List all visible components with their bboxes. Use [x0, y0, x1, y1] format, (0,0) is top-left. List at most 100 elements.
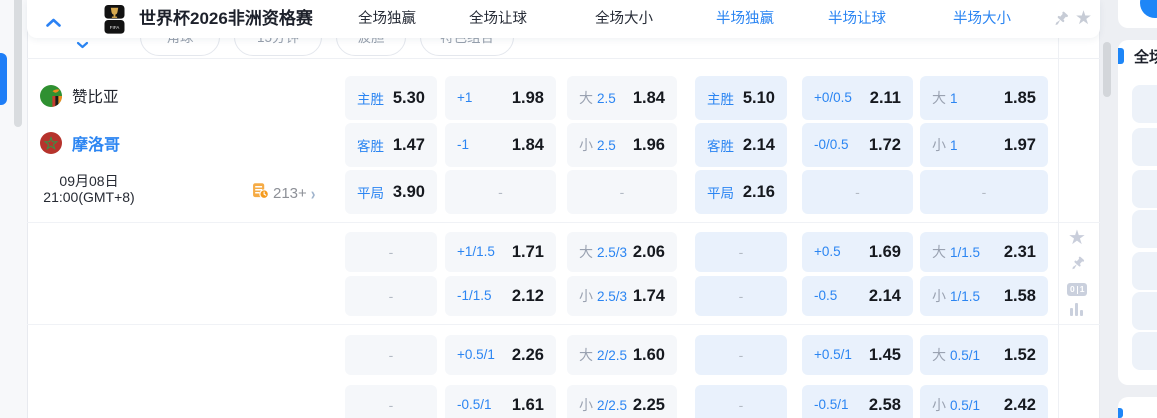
- odds-cell[interactable]: 大2/2.51.60: [567, 335, 677, 375]
- odds-label: 0.5/1: [950, 348, 980, 363]
- stats-bar-chart-icon[interactable]: [1070, 303, 1083, 316]
- group-separator: [27, 222, 1100, 223]
- favorite-star-icon[interactable]: ★: [1075, 5, 1092, 33]
- odds-cell[interactable]: -0.5/12.58: [802, 385, 913, 418]
- odds-cell[interactable]: -0/0.51.72: [802, 123, 913, 167]
- odds-cell[interactable]: -1/1.52.12: [445, 276, 556, 316]
- odds-cell[interactable]: +0.51.69: [802, 232, 913, 272]
- odds-cell[interactable]: +0.5/12.26: [445, 335, 556, 375]
- rail-divider: [1058, 38, 1059, 418]
- odds-value: 1.98: [512, 89, 544, 108]
- odds-cell[interactable]: 主胜 5.10: [695, 76, 787, 120]
- odds-cell[interactable]: 小2/2.52.25: [567, 385, 677, 418]
- odds-cell[interactable]: 大1/1.52.31: [920, 232, 1048, 272]
- column-header-ht-overunder[interactable]: 半场大小: [922, 0, 1042, 38]
- odds-cell[interactable]: +0.5/1 1.45: [802, 335, 913, 375]
- odds-label: +0/0.5: [814, 90, 852, 105]
- row-favorite-star-icon[interactable]: ★: [1068, 228, 1086, 248]
- odds-cell[interactable]: 客胜1.47: [345, 123, 437, 167]
- odds-cell[interactable]: 小1/1.51.58: [920, 276, 1048, 316]
- odds-label: 0.5/1: [950, 398, 980, 413]
- league-header: FIFA 世界杯2026非洲资格赛 全场独赢 全场让球 全场大小 半场独赢 半场…: [27, 0, 1100, 38]
- odds-label: +1: [457, 90, 472, 105]
- odds-cell[interactable]: 小2.5/31.74: [567, 276, 677, 316]
- odds-cell[interactable]: 小11.97: [920, 123, 1048, 167]
- odds-label: 客胜: [707, 139, 734, 154]
- odds-cell[interactable]: 大2.5/32.06: [567, 232, 677, 272]
- odds-cell[interactable]: 平局 2.16: [695, 170, 787, 214]
- odds-cell[interactable]: 平局 3.90: [345, 170, 437, 214]
- overunder-prefix: 小: [932, 288, 946, 304]
- odds-cell[interactable]: +0/0.5 2.11: [802, 76, 913, 120]
- left-active-indicator: [0, 53, 7, 105]
- match-date: 09月08日: [28, 171, 150, 191]
- odds-label: 主胜: [707, 92, 734, 107]
- odds-cell-empty: -: [802, 170, 913, 214]
- column-header-ft-overunder[interactable]: 全场大小: [564, 0, 684, 38]
- odds-label: 客胜: [357, 139, 384, 154]
- odds-value: 1.60: [633, 346, 665, 365]
- morocco-flag-icon: [40, 132, 62, 154]
- column-header-ht-handicap[interactable]: 半场让球: [797, 0, 917, 38]
- odds-label: 2.5: [597, 138, 616, 153]
- odds-cell[interactable]: 大2.51.84: [567, 76, 677, 120]
- odds-cell[interactable]: 大0.5/11.52: [920, 335, 1048, 375]
- odds-cell-empty: -: [445, 170, 556, 214]
- odds-label: -0.5/1: [457, 397, 492, 412]
- column-header-ft-handicap[interactable]: 全场让球: [438, 0, 558, 38]
- collapse-chevron-up-icon[interactable]: [45, 15, 62, 33]
- odds-label: +0.5/1: [457, 347, 495, 362]
- odds-cell[interactable]: -0.5/11.61: [445, 385, 556, 418]
- odds-cell-empty: -: [345, 232, 437, 272]
- odds-label: 2/2.5: [597, 398, 627, 413]
- odds-page: 角球 15分钟 波胆 特色组合 FIFA 世界杯2026非洲资格赛 全场独赢 全…: [0, 0, 1157, 418]
- odds-value: 1.74: [633, 287, 665, 306]
- odds-label: -0.5/1: [814, 397, 849, 412]
- odds-value: 1.84: [512, 136, 544, 155]
- odds-cell[interactable]: 小2.51.96: [567, 123, 677, 167]
- odds-value: 2.11: [870, 89, 901, 108]
- odds-value: 3.90: [393, 183, 425, 202]
- odds-value: 1.69: [869, 243, 901, 262]
- odds-label: 平局: [357, 186, 384, 201]
- odds-label: 2.5: [597, 91, 616, 106]
- overunder-prefix: 小: [932, 397, 946, 413]
- odds-cell[interactable]: +1/1.51.71: [445, 232, 556, 272]
- column-header-ft-1x2[interactable]: 全场独赢: [327, 0, 447, 38]
- odds-label: 平局: [707, 186, 734, 201]
- corner-score-icon[interactable]: 01: [1067, 283, 1087, 296]
- odds-value: 2.16: [743, 183, 775, 202]
- odds-cell[interactable]: 大11.85: [920, 76, 1048, 120]
- odds-cell[interactable]: 主胜5.30: [345, 76, 437, 120]
- odds-cell[interactable]: +1 1.98: [445, 76, 556, 120]
- more-markets-link[interactable]: 213+ ›: [252, 182, 315, 204]
- odds-cell[interactable]: -11.84: [445, 123, 556, 167]
- pin-icon[interactable]: [1053, 11, 1070, 33]
- odds-cell[interactable]: 客胜2.14: [695, 123, 787, 167]
- odds-cell[interactable]: -0.5 2.14: [802, 276, 913, 316]
- odds-label: +0.5/1: [814, 347, 852, 362]
- odds-cell-empty: -: [567, 170, 677, 214]
- overunder-prefix: 大: [932, 347, 946, 363]
- zambia-flag-icon: [40, 85, 62, 107]
- chevron-down-icon[interactable]: [76, 36, 89, 54]
- side-panel-bottom-card: [1118, 397, 1157, 418]
- odds-value: 1.45: [869, 346, 901, 365]
- overunder-prefix: 小: [579, 137, 593, 153]
- odds-value: 1.84: [633, 89, 665, 108]
- overunder-prefix: 大: [579, 347, 593, 363]
- row-pin-icon[interactable]: [1070, 256, 1086, 277]
- section-accent-marker: [1118, 408, 1123, 418]
- odds-value: 2.14: [869, 287, 901, 306]
- odds-cell-empty: -: [345, 335, 437, 375]
- odds-cell-empty: -: [695, 276, 787, 316]
- left-scrollbar-thumb[interactable]: [14, 0, 22, 127]
- away-team-name: 摩洛哥: [72, 131, 120, 155]
- odds-cell-empty: -: [695, 335, 787, 375]
- odds-value: 5.10: [743, 89, 775, 108]
- odds-label: -0.5: [814, 288, 837, 303]
- odds-value: 5.30: [393, 89, 425, 108]
- column-header-ht-1x2[interactable]: 半场独赢: [685, 0, 805, 38]
- odds-cell[interactable]: 小0.5/12.42: [920, 385, 1048, 418]
- content-scrollbar-thumb[interactable]: [1103, 42, 1111, 97]
